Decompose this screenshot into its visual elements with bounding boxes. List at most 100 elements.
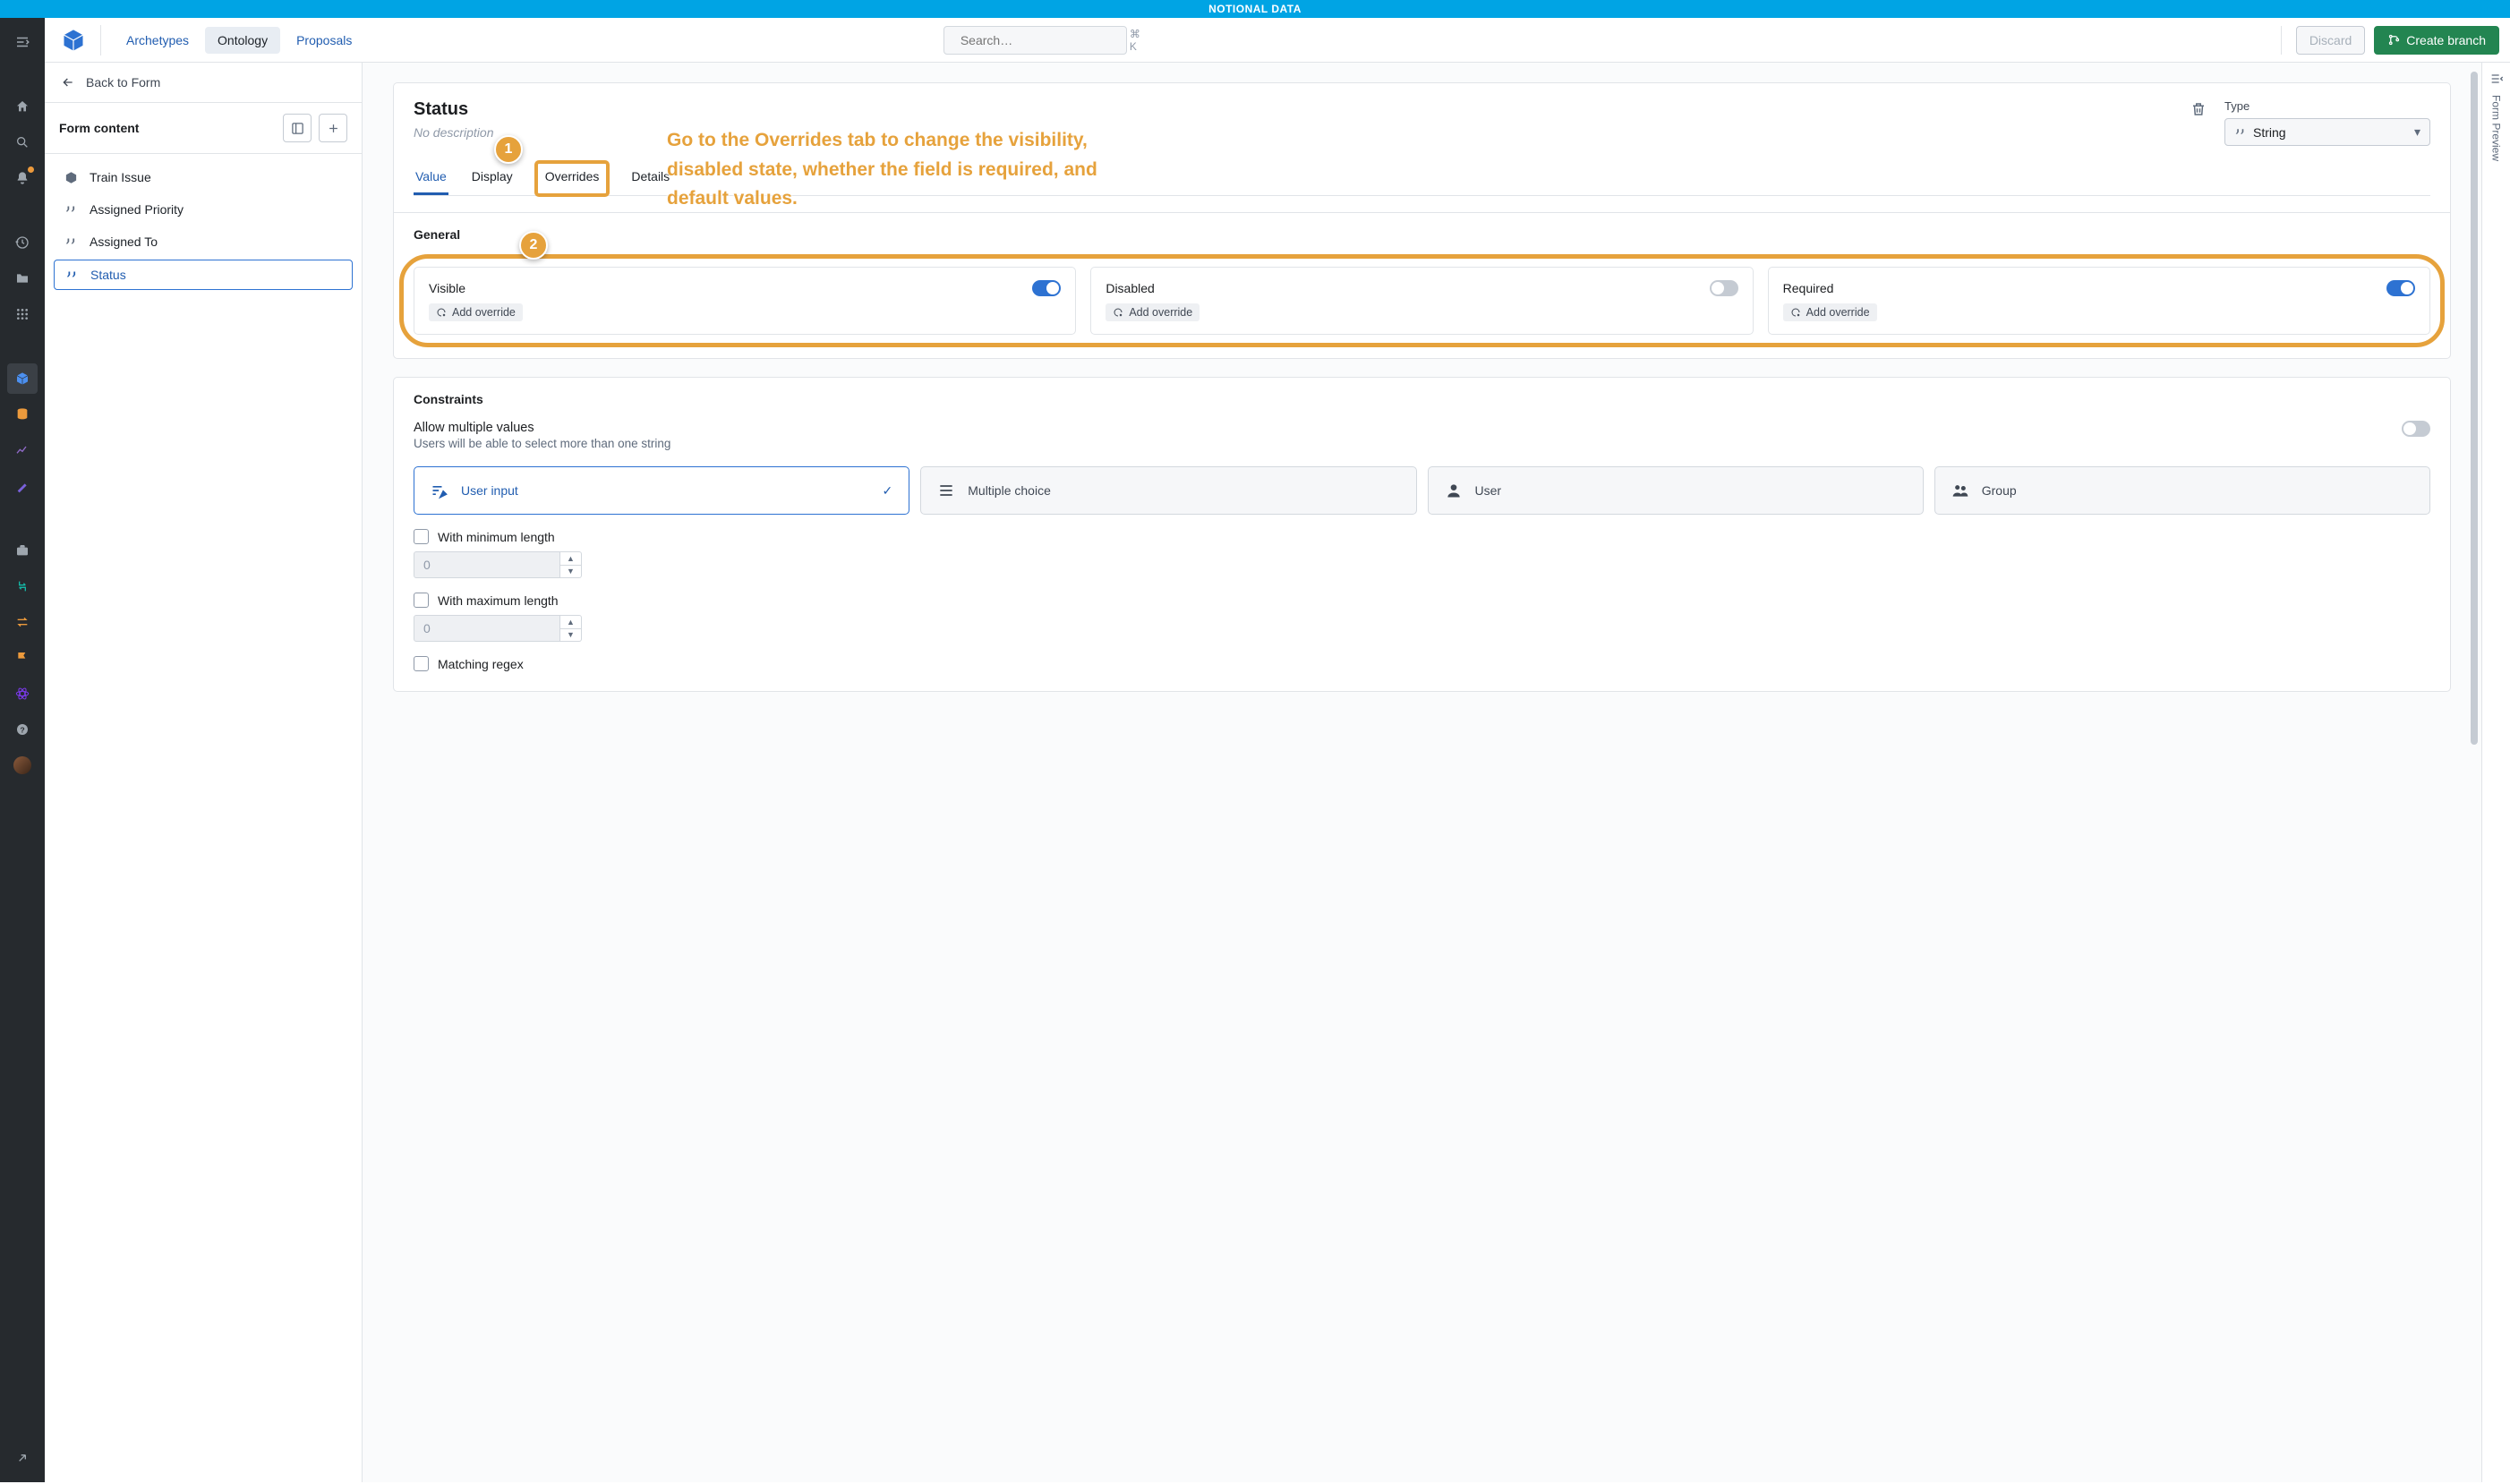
main-content: Status No description Type String bbox=[363, 63, 2481, 1482]
annotation-badge-1: 1 bbox=[494, 135, 523, 164]
search-icon[interactable] bbox=[7, 127, 38, 158]
cube-icon[interactable] bbox=[7, 363, 38, 394]
back-to-form[interactable]: Back to Form bbox=[45, 63, 362, 103]
add-override-visible[interactable]: Add override bbox=[429, 303, 523, 321]
regex-checkbox[interactable] bbox=[414, 656, 429, 671]
history-icon[interactable] bbox=[7, 227, 38, 258]
annotation-text: Go to the Overrides tab to change the vi… bbox=[667, 126, 1114, 214]
required-label: Required bbox=[1783, 281, 1834, 295]
max-length-up[interactable]: ▲ bbox=[560, 616, 581, 629]
form-item-train-issue[interactable]: Train Issue bbox=[54, 163, 353, 192]
choice-multiple-choice[interactable]: Multiple choice bbox=[920, 466, 1416, 515]
notifications-icon[interactable] bbox=[7, 163, 38, 193]
chevron-down-icon: ▾ bbox=[2414, 124, 2420, 140]
choice-group[interactable]: Group bbox=[1934, 466, 2430, 515]
regex-label: Matching regex bbox=[438, 657, 524, 671]
avatar[interactable] bbox=[7, 750, 38, 780]
form-preview-toggle[interactable] bbox=[2489, 72, 2504, 86]
chart-icon[interactable] bbox=[7, 435, 38, 465]
max-length-label: With maximum length bbox=[438, 593, 559, 608]
visible-toggle[interactable] bbox=[1032, 280, 1061, 296]
type-label: Type bbox=[2224, 99, 2430, 113]
tab-value[interactable]: Value bbox=[414, 162, 448, 195]
transfer-icon[interactable] bbox=[7, 571, 38, 601]
add-override-disabled[interactable]: Add override bbox=[1106, 303, 1200, 321]
list-icon bbox=[937, 482, 957, 499]
field-title: Status bbox=[414, 99, 2173, 120]
exchange-icon[interactable] bbox=[7, 607, 38, 637]
check-icon: ✓ bbox=[883, 483, 893, 499]
flag-icon[interactable] bbox=[7, 643, 38, 673]
add-field-button[interactable] bbox=[319, 114, 347, 142]
min-length-down[interactable]: ▼ bbox=[560, 566, 581, 578]
min-length-up[interactable]: ▲ bbox=[560, 552, 581, 566]
tab-archetypes[interactable]: Archetypes bbox=[114, 27, 201, 54]
database-icon[interactable] bbox=[7, 399, 38, 430]
top-tabs: Archetypes Ontology Proposals bbox=[114, 27, 364, 54]
max-length-checkbox[interactable] bbox=[414, 593, 429, 608]
create-branch-button[interactable]: Create branch bbox=[2374, 26, 2499, 55]
home-icon[interactable] bbox=[7, 91, 38, 122]
required-toggle[interactable] bbox=[2386, 280, 2415, 296]
quote-icon bbox=[2234, 126, 2246, 138]
choice-user-input[interactable]: User input ✓ bbox=[414, 466, 909, 515]
disabled-toggle[interactable] bbox=[1710, 280, 1738, 296]
min-length-label: With minimum length bbox=[438, 530, 555, 544]
min-length-checkbox[interactable] bbox=[414, 529, 429, 544]
section-general: General bbox=[394, 213, 2450, 256]
quote-icon bbox=[64, 235, 81, 248]
allow-multiple-desc: Users will be able to select more than o… bbox=[414, 437, 670, 450]
override-visible-card: Visible Add override bbox=[414, 267, 1076, 335]
add-override-required[interactable]: Add override bbox=[1783, 303, 1877, 321]
user-icon bbox=[1445, 482, 1464, 499]
section-constraints: Constraints bbox=[394, 378, 2450, 421]
group-icon bbox=[1951, 482, 1971, 499]
form-item-status[interactable]: Status bbox=[54, 260, 353, 290]
app-header: Archetypes Ontology Proposals ⌘ K Discar… bbox=[45, 18, 2510, 63]
visible-label: Visible bbox=[429, 281, 465, 295]
tab-details[interactable]: Details bbox=[629, 162, 671, 195]
briefcase-icon[interactable] bbox=[7, 535, 38, 566]
discard-button[interactable]: Discard bbox=[2296, 26, 2365, 55]
disabled-label: Disabled bbox=[1106, 281, 1154, 295]
right-rail: Form Preview bbox=[2481, 63, 2510, 1482]
search-input[interactable]: ⌘ K bbox=[943, 26, 1127, 55]
atom-icon[interactable] bbox=[7, 678, 38, 709]
allow-multiple-toggle[interactable] bbox=[2402, 421, 2430, 437]
choice-user[interactable]: User bbox=[1428, 466, 1924, 515]
help-icon[interactable]: ? bbox=[7, 714, 38, 745]
left-nav-rail: ? bbox=[0, 18, 45, 1482]
form-item-assigned-priority[interactable]: Assigned Priority bbox=[54, 195, 353, 224]
menu-toggle-icon[interactable] bbox=[7, 27, 38, 57]
wand-icon[interactable] bbox=[7, 471, 38, 501]
form-content-title: Form content bbox=[59, 121, 139, 135]
delete-button[interactable] bbox=[2190, 101, 2207, 117]
tab-proposals[interactable]: Proposals bbox=[284, 27, 364, 54]
quote-icon bbox=[65, 269, 81, 281]
edit-icon bbox=[431, 482, 450, 499]
cube-icon bbox=[64, 171, 81, 184]
override-required-card: Required Add override bbox=[1768, 267, 2430, 335]
apps-grid-icon[interactable] bbox=[7, 299, 38, 329]
quote-icon bbox=[64, 203, 81, 216]
side-panel: Back to Form Form content Train Issue As… bbox=[45, 63, 363, 1482]
search-field[interactable] bbox=[960, 33, 1123, 47]
folder-icon[interactable] bbox=[7, 263, 38, 294]
tab-display[interactable]: Display bbox=[470, 162, 515, 195]
allow-multiple-label: Allow multiple values bbox=[414, 421, 670, 435]
scrollbar[interactable] bbox=[2471, 72, 2478, 1473]
logo-icon bbox=[55, 22, 91, 58]
search-shortcut: ⌘ K bbox=[1130, 28, 1140, 53]
form-item-assigned-to[interactable]: Assigned To bbox=[54, 227, 353, 256]
min-length-input[interactable]: 0 bbox=[414, 551, 560, 578]
expand-icon[interactable] bbox=[7, 1443, 38, 1473]
max-length-input[interactable]: 0 bbox=[414, 615, 560, 642]
tab-ontology[interactable]: Ontology bbox=[205, 27, 280, 54]
panel-layout-button[interactable] bbox=[283, 114, 312, 142]
max-length-down[interactable]: ▼ bbox=[560, 629, 581, 642]
override-disabled-card: Disabled Add override bbox=[1090, 267, 1753, 335]
svg-text:?: ? bbox=[20, 725, 24, 734]
type-select[interactable]: String ▾ bbox=[2224, 118, 2430, 146]
form-preview-label[interactable]: Form Preview bbox=[2490, 95, 2503, 161]
tab-overrides[interactable]: Overrides bbox=[536, 162, 609, 195]
